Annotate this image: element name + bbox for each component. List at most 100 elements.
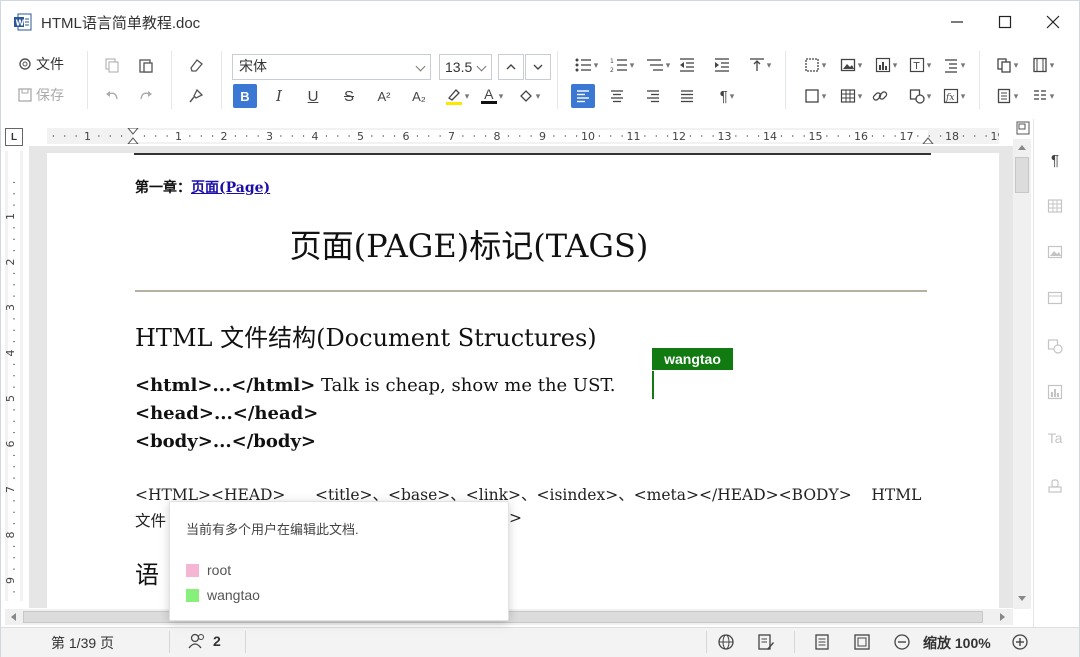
svg-text:16: 16 [854,130,868,143]
eraser-icon [190,59,203,72]
insert-textbox-button[interactable]: T ▾ [904,53,936,77]
font-size-decrease-button[interactable] [525,54,551,80]
font-color-button[interactable]: A ▾ [477,84,507,108]
sidebar-chart-button[interactable] [1044,381,1066,403]
tab-stop-selector[interactable]: L [5,128,23,146]
font-size-select[interactable]: 13.5 [439,54,492,80]
scroll-right-button[interactable] [995,609,1011,625]
close-button[interactable] [1030,5,1076,39]
vertical-ruler[interactable]: 1 2 3 4 5 6 7 8 9 [4,151,23,601]
bold-button[interactable]: B [233,84,257,108]
zoom-out-button[interactable] [891,631,913,653]
svg-text:7: 7 [448,130,455,143]
sidebar-shape-button[interactable] [1044,335,1066,357]
copy-button[interactable] [101,53,123,77]
align-left-button[interactable] [571,84,595,108]
collaborators-button[interactable]: 2 [187,630,221,652]
pilcrow-icon: ¶ [719,87,728,105]
chevron-down-icon: ▾ [665,59,671,70]
bullet-list-icon [575,58,591,72]
web-layout-button[interactable] [851,631,873,653]
margins-button[interactable]: ▾ [1027,53,1059,77]
borders-button[interactable]: ▾ [799,53,831,77]
print-layout-button[interactable] [811,631,833,653]
multilevel-list-button[interactable]: ▾ [643,53,673,77]
zoom-out-icon [894,634,910,650]
chevron-down-icon: ▾ [629,59,635,70]
italic-label: I [276,87,282,105]
separator [221,51,222,109]
align-left-icon [577,90,589,103]
highlight-button[interactable]: ▾ [442,84,472,108]
numbered-list-button[interactable]: 12 ▾ [607,53,637,77]
decrease-indent-button[interactable] [677,53,697,77]
bullet-list-button[interactable]: ▾ [571,53,601,77]
align-center-button[interactable] [607,84,627,108]
page-setup-button[interactable]: ▾ [991,53,1023,77]
sidebar-table-button[interactable] [1044,195,1066,217]
line-spacing-button[interactable]: ▾ [745,53,775,77]
vertical-scroll-thumb[interactable] [1015,157,1029,193]
vertical-scrollbar[interactable] [1013,139,1031,609]
svg-text:10: 10 [581,130,595,143]
ruler-toggle-button[interactable] [1013,119,1033,137]
redo-icon [140,91,152,100]
subscript-button[interactable]: A₂ [408,84,430,108]
minimize-button[interactable] [934,5,980,39]
page-border-button[interactable]: ▾ [799,84,831,108]
horizontal-ruler[interactable]: 112345678910111213141516171819 [47,127,1005,145]
paragraph-line-2-start: 文件 [135,512,167,530]
italic-button[interactable]: I [269,84,289,108]
header-footer-button[interactable]: ▾ [991,84,1023,108]
redo-button[interactable] [135,84,157,108]
font-family-select[interactable]: 宋体 [232,54,431,80]
format-painter-button[interactable] [185,84,207,108]
align-justify-icon [681,90,693,103]
chevron-down-icon: ▾ [926,90,932,101]
justify-button[interactable] [677,84,697,108]
svg-text:15: 15 [809,130,823,143]
collaborator-cursor-label: wangtao [652,348,733,370]
maximize-button[interactable] [982,5,1028,39]
insert-image-button[interactable]: ▾ [835,53,867,77]
sidebar-stamp-button[interactable] [1044,475,1066,497]
save-button[interactable]: 保存 [17,83,64,107]
paragraph-marks-button[interactable]: ¶ ▾ [711,84,743,108]
insert-formula-button[interactable]: fx ▾ [938,84,970,108]
user-list-item[interactable]: wangtao [186,587,260,603]
superscript-button[interactable]: A² [373,84,395,108]
undo-button[interactable] [101,84,123,108]
strikethrough-button[interactable]: S [339,84,359,108]
shading-button[interactable]: ▾ [513,84,545,108]
font-size-increase-button[interactable] [498,54,524,80]
track-changes-button[interactable] [755,631,777,653]
font-color-icon: A [480,87,497,104]
underline-button[interactable]: U [303,84,323,108]
insert-chart-button[interactable]: ▾ [870,53,902,77]
zoom-in-button[interactable] [1009,631,1031,653]
file-menu-button[interactable]: 文件 [17,52,64,76]
columns-button[interactable]: ▾ [1027,84,1059,108]
chevron-down-icon: ▾ [766,59,772,70]
scroll-down-button[interactable] [1013,591,1031,607]
sidebar-textbox-button[interactable] [1044,287,1066,309]
insert-list-button[interactable]: ▾ [938,53,970,77]
sidebar-image-button[interactable] [1044,241,1066,263]
align-right-button[interactable] [643,84,663,108]
sidebar-font-button[interactable]: Ta [1044,427,1066,449]
language-button[interactable] [715,631,737,653]
insert-shape-button[interactable]: ▾ [904,84,936,108]
separator [979,51,980,109]
user-name: root [207,562,232,578]
insert-table-button[interactable]: ▾ [835,84,867,108]
scroll-up-button[interactable] [1013,139,1031,155]
clear-format-button[interactable] [185,53,207,77]
sidebar-paragraph-button[interactable]: ¶ [1044,149,1066,171]
user-list-item[interactable]: root [186,562,231,578]
increase-indent-button[interactable] [712,53,732,77]
paste-button[interactable] [135,53,157,77]
insert-link-button[interactable] [870,84,890,108]
separator [245,631,246,653]
scroll-left-button[interactable] [5,609,21,625]
chapter-link[interactable]: 页面(Page) [191,180,270,196]
